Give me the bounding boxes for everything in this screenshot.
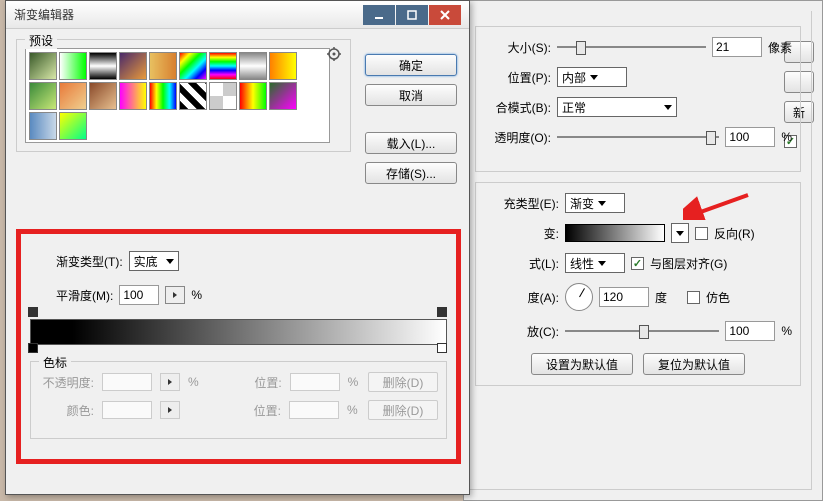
scale-label: 放(C):: [484, 323, 559, 340]
gradient-label: 变:: [484, 225, 559, 242]
maximize-button[interactable]: [396, 5, 428, 25]
cancel-button[interactable]: 取消: [365, 84, 457, 106]
preset-swatch[interactable]: [29, 112, 57, 140]
preset-swatch[interactable]: [209, 82, 237, 110]
preset-swatch[interactable]: [239, 82, 267, 110]
dialog-title: 渐变编辑器: [14, 6, 362, 23]
gear-icon[interactable]: [326, 46, 342, 65]
size-slider[interactable]: [557, 46, 706, 48]
presets-label: 预设: [25, 32, 57, 49]
gradient-editor-dialog: 渐变编辑器 预设 确定 取消 载入(L)... 存储(S)... 渐变类型(T)…: [5, 0, 470, 495]
gradient-dropdown[interactable]: [671, 223, 689, 243]
preset-swatch[interactable]: [89, 82, 117, 110]
preset-swatch[interactable]: [29, 52, 57, 80]
save-button[interactable]: 存储(S)...: [365, 162, 457, 184]
presets-group: 预设: [16, 39, 351, 152]
blend-select[interactable]: 正常: [557, 97, 677, 117]
opacity-slider[interactable]: [557, 136, 719, 138]
preset-swatch[interactable]: [149, 82, 177, 110]
position-label: 位置(P):: [476, 69, 551, 86]
style-select[interactable]: 线性: [565, 253, 625, 273]
preset-swatch[interactable]: [119, 52, 147, 80]
reverse-checkbox[interactable]: [695, 227, 708, 240]
close-button[interactable]: [429, 5, 461, 25]
filltype-label: 充类型(E):: [484, 195, 559, 212]
preset-swatch[interactable]: [179, 52, 207, 80]
annotation-highlight-box: [16, 229, 461, 464]
load-button[interactable]: 载入(L)...: [365, 132, 457, 154]
preset-swatch[interactable]: [209, 52, 237, 80]
preset-swatch[interactable]: [149, 52, 177, 80]
preset-swatch[interactable]: [59, 112, 87, 140]
preset-swatch[interactable]: [239, 52, 267, 80]
scale-input[interactable]: [725, 321, 775, 341]
scale-slider[interactable]: [565, 330, 719, 332]
position-select[interactable]: 内部: [557, 67, 627, 87]
preset-swatch[interactable]: [59, 82, 87, 110]
blend-label: 合模式(B):: [476, 99, 551, 116]
size-unit: 像素: [768, 39, 792, 56]
dither-label: 仿色: [706, 289, 730, 306]
preset-swatch[interactable]: [29, 82, 57, 110]
reset-default-button[interactable]: 复位为默认值: [643, 353, 745, 375]
ok-button[interactable]: 确定: [365, 54, 457, 76]
make-default-button[interactable]: 设置为默认值: [531, 353, 633, 375]
angle-dial[interactable]: [565, 283, 593, 311]
preset-swatch[interactable]: [89, 52, 117, 80]
opacity-input[interactable]: [725, 127, 775, 147]
preset-swatch[interactable]: [59, 52, 87, 80]
preset-swatch[interactable]: [269, 52, 297, 80]
preset-swatch[interactable]: [179, 82, 207, 110]
preset-grid: [25, 48, 330, 143]
angle-label: 度(A):: [484, 289, 559, 306]
minimize-button[interactable]: [363, 5, 395, 25]
style-label: 式(L):: [484, 255, 559, 272]
angle-input[interactable]: [599, 287, 649, 307]
size-label: 大小(S):: [476, 39, 551, 56]
size-input[interactable]: [712, 37, 762, 57]
preset-swatch[interactable]: [119, 82, 147, 110]
align-label: 与图层对齐(G): [650, 255, 727, 272]
gradient-preview[interactable]: [565, 224, 665, 242]
preset-swatch[interactable]: [269, 82, 297, 110]
layer-style-panel: 新 大小(S): 像素 位置(P): 内部 合模式(B): 正常 透明度(O):…: [463, 0, 823, 501]
reverse-label: 反向(R): [714, 225, 755, 242]
titlebar[interactable]: 渐变编辑器: [6, 1, 469, 29]
align-checkbox[interactable]: [631, 257, 644, 270]
dither-checkbox[interactable]: [687, 291, 700, 304]
filltype-select[interactable]: 渐变: [565, 193, 625, 213]
opacity-label: 透明度(O):: [476, 129, 551, 146]
